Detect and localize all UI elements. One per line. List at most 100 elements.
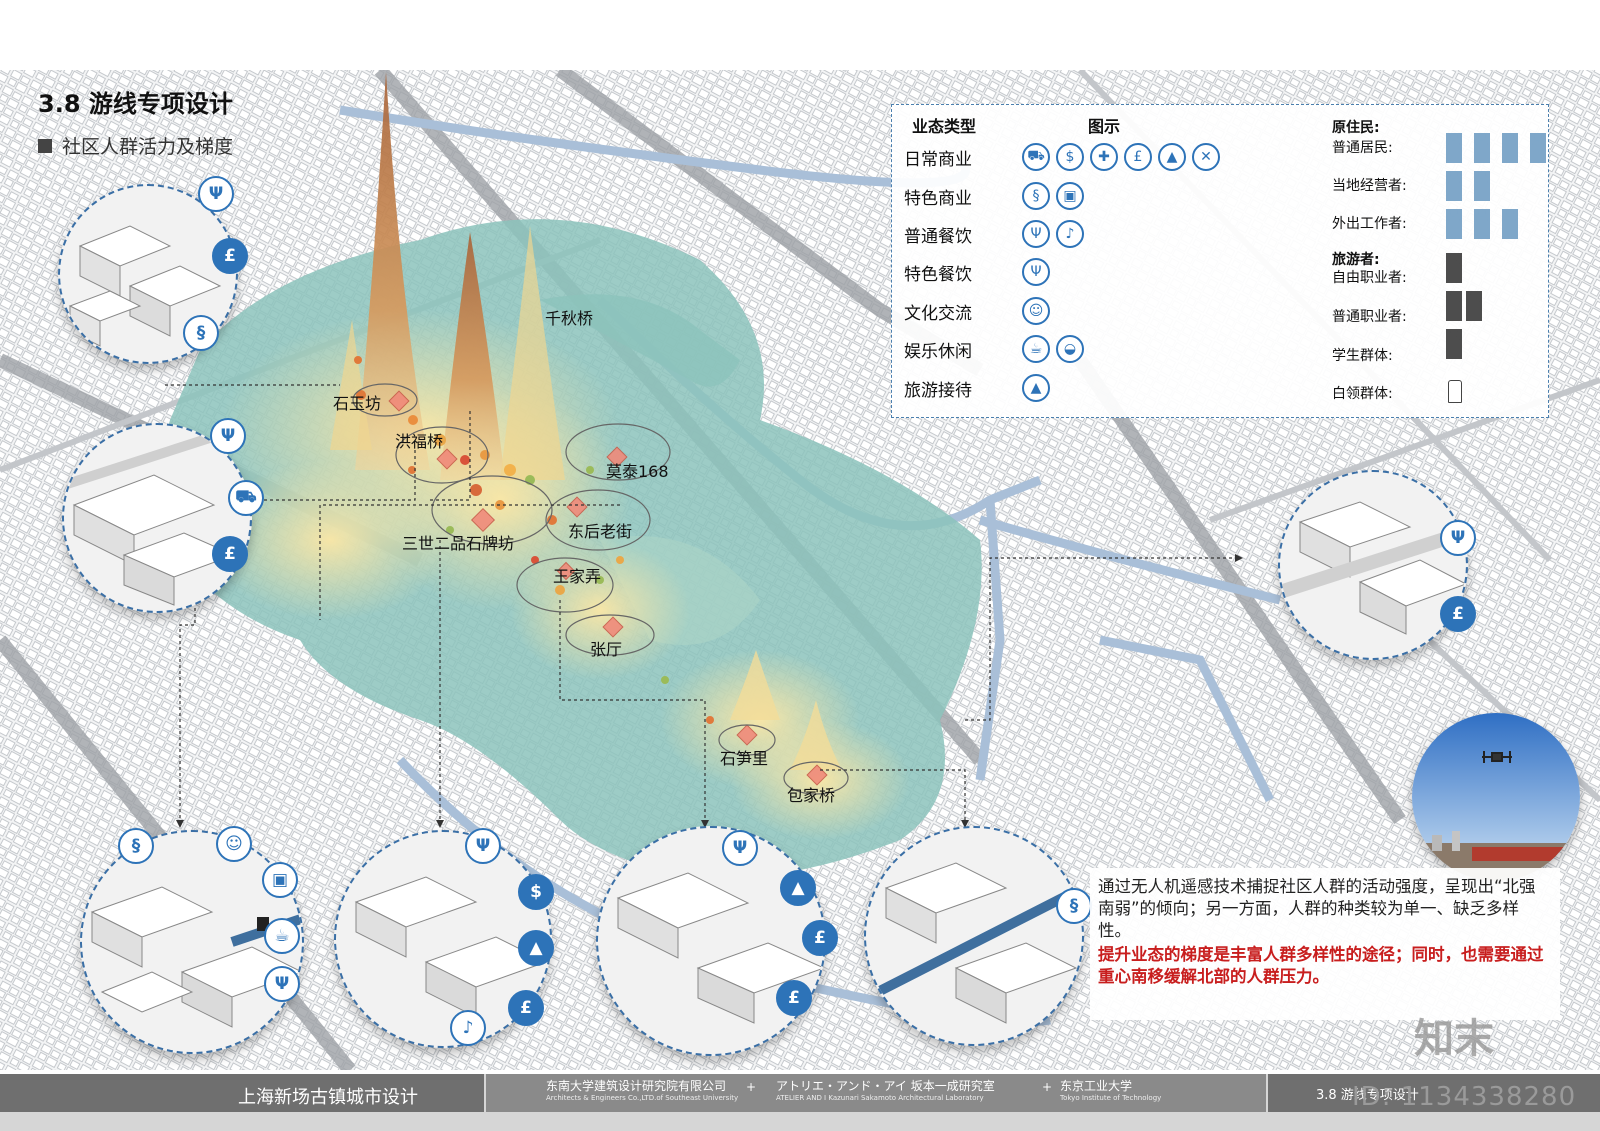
person-figure-icon bbox=[1446, 253, 1462, 283]
legend-row-label: 文化交流 bbox=[904, 304, 972, 324]
fork-knife-icon: Ψ bbox=[1022, 220, 1050, 248]
view-circle-east bbox=[1278, 470, 1468, 660]
fork-knife-icon: Ψ bbox=[722, 830, 758, 866]
place-label-qianqiu-bridge: 千秋桥 bbox=[545, 309, 594, 328]
legend-people-label: 当地经营者: bbox=[1332, 178, 1407, 194]
place-label-motai168: 莫泰168 bbox=[606, 462, 669, 481]
legend-people-icons bbox=[1446, 371, 1462, 403]
tools-icon: ✕ bbox=[1192, 143, 1220, 171]
legend-people-residents-heading: 原住民: bbox=[1332, 120, 1380, 136]
swan-icon: § bbox=[1022, 182, 1050, 210]
legend-people-tourists-heading: 旅游者: bbox=[1332, 252, 1380, 268]
gift-icon: ▣ bbox=[262, 862, 298, 898]
legend-row-special-dining: 特色餐饮 bbox=[904, 260, 972, 285]
bullet-square-icon bbox=[38, 138, 52, 153]
place-label-hongfu-bridge: 洪福桥 bbox=[395, 432, 444, 451]
page-title: 3.8 游线专项设计 bbox=[38, 90, 233, 118]
legend-people-icons bbox=[1446, 291, 1482, 321]
tent-icon: ▲ bbox=[1022, 374, 1050, 402]
legend-icons-special-commerce: § ▣ bbox=[1022, 182, 1084, 210]
legend-people-icons bbox=[1446, 209, 1518, 239]
footer-org2-en: ATELIER AND I Kazunari Sakamoto Architec… bbox=[776, 1094, 984, 1102]
cake-icon: ◒ bbox=[1056, 335, 1084, 363]
pound-bag-icon: £ bbox=[1124, 143, 1152, 171]
legend-people-label: 学生群体: bbox=[1332, 348, 1393, 364]
shopping-cart-icon: ⛟ bbox=[228, 480, 264, 516]
fork-knife-icon: Ψ bbox=[210, 418, 246, 454]
legend-people-icons bbox=[1446, 133, 1546, 163]
footer-org3: 东京工业大学 bbox=[1060, 1079, 1133, 1093]
legend-header-type: 业态类型 bbox=[912, 117, 977, 136]
dress-icon: ▲ bbox=[518, 930, 554, 966]
place-label-shiyufang: 石玉坊 bbox=[333, 394, 382, 413]
money-bag-icon: $ bbox=[1056, 143, 1084, 171]
teacup-icon: ☕ bbox=[1022, 335, 1050, 363]
person-figure-icon bbox=[1446, 329, 1462, 359]
legend-panel: 业态类型 图示 日常商业 ⛟ $ ✚ £ ▲ ✕ 特色商业 § ▣ 普通餐饮 Ψ… bbox=[891, 104, 1549, 418]
footer-project-block: 上海新场古镇城市设计 bbox=[0, 1074, 484, 1112]
footer-org2: アトリエ・アンド・アイ 坂本一成研究室 bbox=[776, 1079, 995, 1093]
pound-bag-icon: £ bbox=[776, 980, 812, 1016]
footer-orgs-block: 东南大学建筑设计研究院有限公司 Architects & Engineers C… bbox=[486, 1074, 1266, 1112]
legend-icons-special-dining: Ψ bbox=[1022, 258, 1050, 286]
dress-icon: ▲ bbox=[780, 870, 816, 906]
chicken-icon: ♪ bbox=[450, 1010, 486, 1046]
fork-knife-icon: Ψ bbox=[1440, 520, 1476, 556]
swan-icon: § bbox=[118, 828, 154, 864]
legend-people-label: 普通居民: bbox=[1332, 140, 1393, 156]
legend-people-icons bbox=[1446, 253, 1462, 283]
legend-people-icons bbox=[1446, 171, 1490, 201]
pound-bag-icon: £ bbox=[1440, 596, 1476, 632]
person-figure-icon bbox=[1474, 133, 1490, 163]
footer-org3-en: Tokyo Institute of Technology bbox=[1060, 1094, 1162, 1102]
place-label-shisunli: 石笋里 bbox=[720, 749, 769, 768]
legend-row-label: 普通餐饮 bbox=[904, 227, 972, 247]
legend-icons-daily-commerce: ⛟ $ ✚ £ ▲ ✕ bbox=[1022, 143, 1220, 171]
fork-knife-icon: Ψ bbox=[264, 966, 300, 1002]
person-figure-icon bbox=[1474, 209, 1490, 239]
legend-header-icon: 图示 bbox=[1088, 117, 1121, 136]
teacup-icon: ☕ bbox=[264, 918, 300, 954]
person-figure-icon bbox=[1530, 133, 1546, 163]
legend-row-culture: 文化交流 bbox=[904, 299, 972, 324]
fork-knife-icon: Ψ bbox=[465, 828, 501, 864]
legend-icons-culture: ☺ bbox=[1022, 297, 1050, 325]
isometric-buildings-image bbox=[1280, 501, 1466, 635]
drone-photo bbox=[1412, 713, 1580, 881]
swan-icon: § bbox=[183, 315, 219, 351]
legend-row-daily-commerce: 日常商业 bbox=[904, 145, 972, 170]
place-label-stone-archway: 三世二品石牌坊 bbox=[402, 534, 515, 553]
person-figure-icon bbox=[1502, 133, 1518, 163]
place-label-zhangting: 张厅 bbox=[590, 640, 623, 659]
person-figure-icon bbox=[1502, 209, 1518, 239]
place-label-donghou-street: 东后老街 bbox=[568, 522, 633, 541]
place-label-wangjianong: 王家弄 bbox=[553, 567, 602, 586]
legend-row-dining: 普通餐饮 bbox=[904, 222, 972, 247]
legend-icons-leisure: ☕ ◒ bbox=[1022, 335, 1084, 363]
legend-row-label: 特色商业 bbox=[904, 189, 972, 209]
watermark-id: ID: 1134338280 bbox=[1352, 1082, 1577, 1112]
footer-org1: 东南大学建筑设计研究院有限公司 bbox=[546, 1079, 727, 1093]
section-subtitle-text: 社区人群活力及梯度 bbox=[62, 136, 234, 158]
legend-row-label: 娱乐休闲 bbox=[904, 342, 972, 362]
pound-bag-icon: £ bbox=[508, 990, 544, 1026]
legend-icons-dining: Ψ ♪ bbox=[1022, 220, 1084, 248]
isometric-buildings-image bbox=[616, 872, 824, 1024]
gift-icon: ▣ bbox=[1056, 182, 1084, 210]
person-figure-icon bbox=[1446, 209, 1462, 239]
money-bag-icon: $ bbox=[518, 874, 554, 910]
pound-bag-icon: £ bbox=[212, 238, 248, 274]
isometric-buildings-image bbox=[866, 862, 1082, 1024]
legend-people-label: 普通职业者: bbox=[1332, 309, 1407, 325]
footer-project-title: 上海新场古镇城市设计 bbox=[238, 1087, 418, 1108]
watermark-logo: 知末 bbox=[1414, 1016, 1494, 1062]
legend-row-label: 特色餐饮 bbox=[904, 265, 972, 285]
legend-row-leisure: 娱乐休闲 bbox=[904, 337, 972, 362]
chicken-icon: ♪ bbox=[1056, 220, 1084, 248]
legend-row-label: 日常商业 bbox=[904, 150, 972, 170]
analysis-note-highlight: 提升业态的梯度是丰富人群多样性的途径；同时，也需要通过重心南移缓解北部的人群压力… bbox=[1098, 945, 1544, 986]
analysis-note: 通过无人机遥感技术捕捉社区人群的活动强度，呈现出“北强南弱”的倾向；另一方面，人… bbox=[1090, 868, 1560, 1020]
person-figure-icon bbox=[1446, 291, 1462, 321]
fork-knife-icon: Ψ bbox=[198, 176, 234, 212]
person-icon: ☺ bbox=[216, 826, 252, 862]
